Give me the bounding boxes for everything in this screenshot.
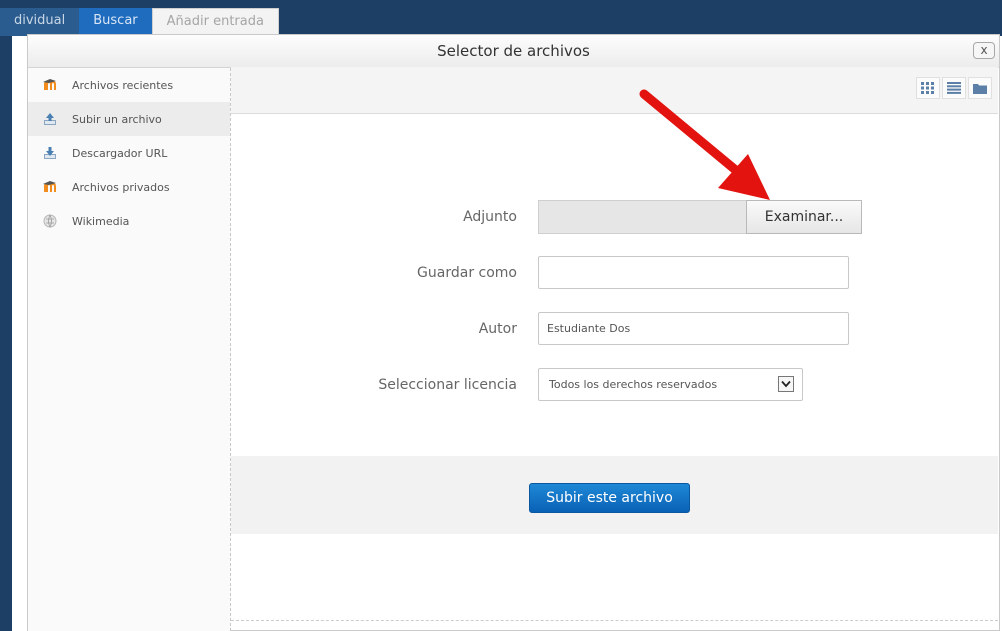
wikimedia-icon: [42, 213, 58, 229]
save-as-label: Guardar como: [417, 265, 517, 281]
folder-view-icon: [973, 79, 987, 98]
sidebar-item-label: Archivos recientes: [72, 78, 174, 92]
background-tabs: dividual Buscar Añadir entrada: [0, 8, 279, 36]
annotation-arrow-icon: [639, 89, 770, 200]
download-icon: [42, 145, 58, 161]
author-label: Autor: [478, 321, 517, 337]
grid-view-icon: [921, 79, 935, 98]
form-actions: Subir este archivo: [231, 456, 998, 534]
license-row: Seleccionar licencia Todos los derechos …: [231, 368, 998, 402]
dialog-header: Selector de archivos x: [28, 35, 999, 68]
upload-icon: [42, 111, 58, 127]
grid-view-button[interactable]: [916, 77, 940, 99]
list-view-icon: [947, 79, 961, 98]
close-icon: x: [980, 43, 988, 57]
background-left-strip: [0, 0, 12, 631]
folder-view-button[interactable]: [968, 77, 992, 99]
dialog-title: Selector de archivos: [437, 42, 590, 60]
list-view-button[interactable]: [942, 77, 966, 99]
save-as-input[interactable]: [538, 256, 849, 289]
background-tab-add-entry[interactable]: Añadir entrada: [151, 8, 279, 36]
view-switcher: [914, 77, 992, 99]
sidebar-item-label: Wikimedia: [72, 214, 130, 228]
license-label: Seleccionar licencia: [378, 377, 517, 393]
attachment-label: Adjunto: [463, 209, 517, 225]
sidebar-item-label: Descargador URL: [72, 146, 168, 160]
background-tab-individual[interactable]: dividual: [0, 8, 80, 36]
repository-sidebar: Archivos recientes Subir un archivo Desc…: [28, 68, 231, 631]
license-selected-value: Todos los derechos reservados: [549, 378, 718, 391]
sidebar-item-upload-file[interactable]: Subir un archivo: [28, 102, 230, 136]
close-button[interactable]: x: [973, 42, 995, 59]
license-select[interactable]: Todos los derechos reservados: [538, 368, 803, 401]
sidebar-item-label: Subir un archivo: [72, 112, 162, 126]
sidebar-item-label: Archivos privados: [72, 180, 170, 194]
sidebar-item-wikimedia[interactable]: Wikimedia: [28, 204, 230, 238]
sidebar-item-recent-files[interactable]: Archivos recientes: [28, 68, 230, 102]
chevron-down-icon[interactable]: [778, 376, 794, 392]
author-input[interactable]: [538, 312, 849, 345]
moodle-icon: [42, 179, 58, 195]
attachment-row: Adjunto Examinar...: [231, 200, 998, 234]
sidebar-item-private-files[interactable]: Archivos privados: [28, 170, 230, 204]
background-tab-search[interactable]: Buscar: [79, 8, 152, 36]
author-row: Autor: [231, 312, 998, 346]
view-toolbar: [231, 67, 998, 114]
save-as-row: Guardar como: [231, 256, 998, 290]
sidebar-item-url-downloader[interactable]: Descargador URL: [28, 136, 230, 170]
moodle-icon: [42, 77, 58, 93]
upload-file-button[interactable]: Subir este archivo: [529, 483, 690, 513]
